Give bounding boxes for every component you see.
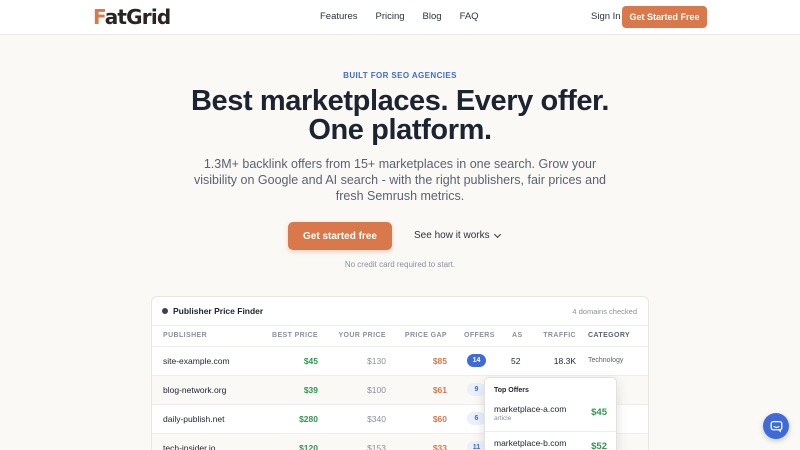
status-dot-icon [162, 308, 168, 314]
hero-eyebrow: BUILT FOR SEO AGENCIES [343, 71, 457, 80]
price-gap-cell: $85 [432, 356, 447, 366]
as-cell: 52 [511, 356, 521, 366]
offers-badge[interactable]: 14 [467, 354, 486, 367]
hero-headline: Best marketplaces. Every offer. One plat… [0, 87, 800, 145]
table-row[interactable]: site-example.com $45 $130 $85 14 52 18.3… [152, 347, 648, 376]
col-best-price[interactable]: BEST PRICE [272, 326, 318, 346]
nav-link-features[interactable]: Features [320, 11, 358, 22]
no-credit-card-note: No credit card required to start. [344, 260, 456, 269]
offer-item[interactable]: marketplace-a.com article $45 [485, 399, 616, 432]
offer-price: $45 [591, 407, 607, 418]
chat-bubble-icon [770, 420, 782, 432]
nav-link-faq[interactable]: FAQ [460, 11, 479, 22]
finder-title: Publisher Price Finder [162, 306, 263, 316]
nav-link-pricing[interactable]: Pricing [376, 11, 405, 22]
price-gap-cell: $61 [432, 385, 447, 395]
chevron-down-icon [493, 230, 501, 238]
nav-link-blog[interactable]: Blog [423, 11, 442, 22]
publisher-cell: site-example.com [163, 356, 230, 366]
domains-checked-count: 4 domains checked [572, 307, 637, 316]
col-traffic[interactable]: TRAFFIC [543, 326, 576, 346]
col-as[interactable]: AS [512, 326, 523, 346]
col-your-price[interactable]: YOUR PRICE [338, 326, 386, 346]
offer-marketplace: marketplace-b.com [494, 438, 567, 448]
publisher-cell: tech-insider.io [163, 443, 216, 450]
your-price-cell: $130 [367, 356, 386, 366]
top-offers-popover: Top Offers marketplace-a.com article $45… [484, 377, 617, 450]
get-started-free-button[interactable]: Get Started Free [622, 6, 707, 28]
offer-item[interactable]: marketplace-b.com article $52 [485, 433, 616, 450]
best-price-cell: $45 [303, 356, 318, 366]
best-price-cell: $39 [303, 385, 318, 395]
nav-links: Features Pricing Blog FAQ [320, 11, 497, 22]
col-price-gap[interactable]: PRICE GAP [405, 326, 447, 346]
see-how-it-works-label: See how it works [414, 230, 490, 241]
fatgrid-logo[interactable]: FatGrid [93, 5, 171, 29]
chat-launcher-button[interactable] [763, 413, 789, 439]
sign-in-link[interactable]: Sign In [591, 11, 621, 22]
your-price-cell: $100 [367, 385, 386, 395]
category-cell: Technology [588, 357, 624, 364]
see-how-it-works-link[interactable]: See how it works [414, 230, 501, 241]
table-header: PUBLISHER BEST PRICE YOUR PRICE PRICE GA… [152, 325, 648, 347]
get-started-button[interactable]: Get started free [288, 222, 392, 250]
hero-subtitle: 1.3M+ backlink offers from 15+ marketpla… [193, 157, 606, 203]
offers-cell: 14 [467, 347, 486, 367]
publisher-cell: daily-publish.net [163, 414, 225, 424]
best-price-cell: $280 [299, 414, 318, 424]
best-price-cell: $120 [299, 443, 318, 450]
top-offers-title: Top Offers [494, 387, 529, 394]
hero-headline-line-1: Best marketplaces. Every offer. [191, 85, 609, 117]
your-price-cell: $340 [367, 414, 386, 424]
top-nav: FatGrid Features Pricing Blog FAQ Sign I… [0, 0, 800, 35]
publisher-cell: blog-network.org [163, 385, 227, 395]
offer-marketplace: marketplace-a.com [494, 404, 567, 414]
col-category[interactable]: CATEGORY [588, 326, 630, 346]
your-price-cell: $153 [367, 443, 386, 450]
col-offers[interactable]: OFFERS [464, 326, 495, 346]
col-publisher[interactable]: PUBLISHER [163, 326, 207, 346]
traffic-cell: 18.3K [553, 356, 576, 366]
hero-headline-line-2: One platform. [308, 114, 492, 146]
offer-price: $52 [591, 441, 607, 450]
price-gap-cell: $33 [432, 443, 447, 450]
finder-title-label: Publisher Price Finder [173, 306, 264, 316]
offer-type: article [494, 415, 512, 422]
price-gap-cell: $60 [432, 414, 447, 424]
